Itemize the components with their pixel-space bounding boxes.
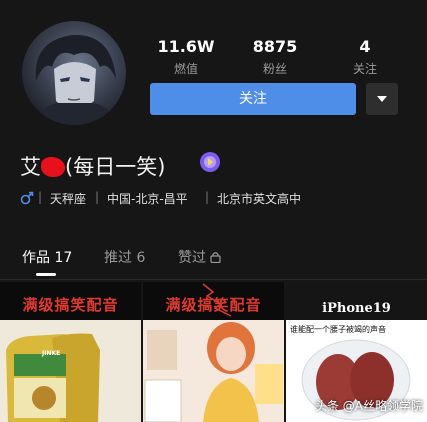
stat-heat: 11.6W 燃值 <box>146 38 226 77</box>
stat-followers-label: 粉丝 <box>262 62 287 76</box>
profile-name-text: 艾 <box>20 155 41 179</box>
anime-avatar-image <box>32 34 118 125</box>
follow-button[interactable]: 关注 <box>150 83 356 115</box>
tab-liked[interactable]: 赞过 <box>178 247 222 267</box>
stat-followers[interactable]: 8875 粉丝 <box>235 38 315 77</box>
lock-icon <box>210 252 222 264</box>
rice-bag-image <box>0 320 141 422</box>
thumbnail-title: iPhone19 <box>322 301 391 316</box>
tab-works-label: 作品 <box>22 250 50 266</box>
stat-following-value: 4 <box>359 37 371 56</box>
tab-reposts-label: 推过 <box>104 250 132 266</box>
info-separator: | <box>95 190 100 204</box>
redaction-mark <box>41 157 65 177</box>
stat-followers-value: 8875 <box>252 37 298 56</box>
lightning-effect <box>202 283 232 317</box>
stat-heat-value: 11.6W <box>157 37 215 56</box>
info-location: 中国-北京-昌平 <box>107 192 188 206</box>
purple-badge-icon[interactable] <box>199 151 221 173</box>
info-school: 北京市英文高中 <box>217 192 302 206</box>
info-constellation: 天秤座 <box>50 192 87 206</box>
profile-name-suffix: (每日一笑) <box>65 155 166 179</box>
video-thumbnail[interactable]: 满级搞笑配音 JINKE <box>0 282 141 422</box>
stat-following[interactable]: 4 关注 <box>325 38 405 77</box>
video-thumbnail[interactable]: 满级搞笑配音 <box>143 282 284 422</box>
info-separator: | <box>38 190 43 204</box>
tab-works-count: 17 <box>54 250 73 266</box>
tab-works[interactable]: 作品 17 <box>22 247 72 267</box>
tab-active-indicator <box>36 273 56 276</box>
tabs-divider <box>0 279 427 280</box>
tab-reposts-count: 6 <box>136 250 146 266</box>
caret-down-icon <box>377 96 387 102</box>
info-separator: | <box>205 190 210 204</box>
thumbnail-title: 满级搞笑配音 <box>22 296 119 314</box>
thumbnail-header: iPhone19 <box>286 282 427 320</box>
watermark: 头条 @A丝略领学院 <box>314 399 423 413</box>
avatar[interactable] <box>22 21 126 125</box>
tab-reposts[interactable]: 推过 6 <box>104 247 145 267</box>
stat-heat-label: 燃值 <box>173 62 198 76</box>
stat-following-label: 关注 <box>352 62 377 76</box>
profile-name: 艾 (每日一笑) <box>20 151 165 181</box>
girl-room-image <box>143 320 284 422</box>
thumbnail-subtitle: 谁能配一个腰子被竭的声音 <box>290 325 386 334</box>
more-options-button[interactable] <box>366 83 398 115</box>
thumbnail-header: 满级搞笑配音 <box>0 282 141 320</box>
thumbnail-product-text: JINKE <box>42 350 61 357</box>
male-icon <box>20 190 34 205</box>
tab-liked-label: 赞过 <box>178 250 206 266</box>
